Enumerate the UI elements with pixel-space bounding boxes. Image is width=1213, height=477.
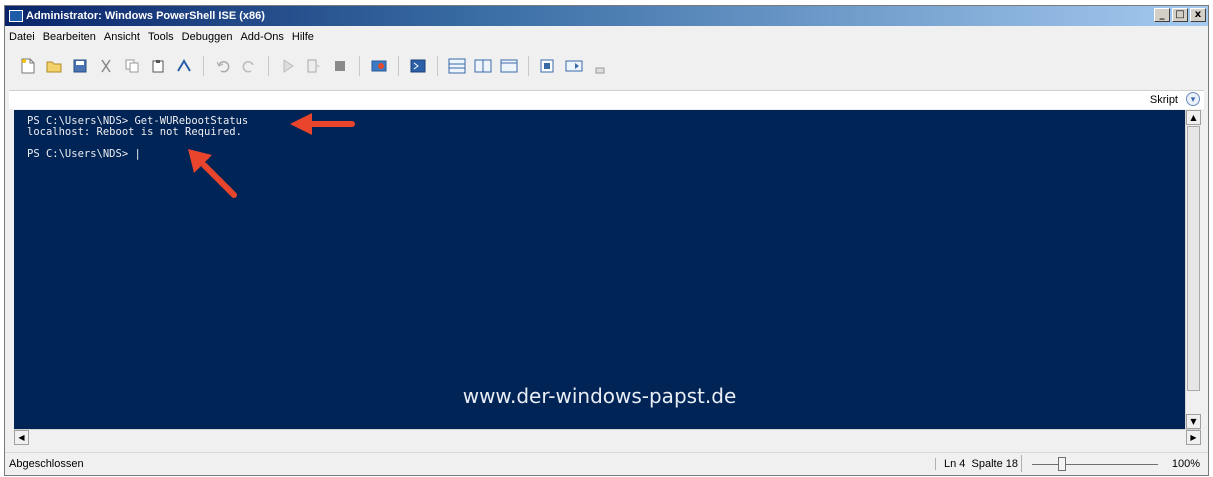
minimize-button[interactable]: _ xyxy=(1154,8,1170,22)
red-arrow-up-left-icon xyxy=(188,149,237,198)
vertical-scroll-thumb[interactable] xyxy=(1187,126,1200,391)
layout-right-icon[interactable] xyxy=(470,55,496,77)
cut-icon[interactable] xyxy=(93,55,119,77)
scroll-right-button[interactable]: ▶ xyxy=(1186,430,1201,445)
powershell-run-icon[interactable] xyxy=(171,55,197,77)
menu-debuggen[interactable]: Debuggen xyxy=(182,31,233,43)
menu-datei[interactable]: Datei xyxy=(9,31,35,43)
run-script-icon[interactable] xyxy=(275,55,301,77)
powershell-console-icon[interactable] xyxy=(405,55,431,77)
script-pane-label[interactable]: Skript xyxy=(1150,94,1178,106)
toolbar-separator xyxy=(268,56,269,76)
save-icon[interactable] xyxy=(67,55,93,77)
maximize-button[interactable]: □ xyxy=(1172,8,1188,22)
console-pane[interactable]: PS C:\Users\NDS> Get-WURebootStatus loca… xyxy=(14,110,1185,429)
scroll-up-button[interactable]: ▲ xyxy=(1186,110,1201,125)
toolbar-overflow-icon[interactable] xyxy=(587,55,613,77)
undo-icon[interactable] xyxy=(210,55,236,77)
title-bar: Administrator: Windows PowerShell ISE (x… xyxy=(5,6,1208,26)
menu-add-ons[interactable]: Add-Ons xyxy=(240,31,283,43)
chevron-down-icon[interactable]: ▾ xyxy=(1186,92,1200,106)
scroll-left-button[interactable]: ◀ xyxy=(14,430,29,445)
show-script-pane-icon[interactable] xyxy=(535,55,561,77)
show-commands-icon[interactable] xyxy=(561,55,587,77)
new-file-icon[interactable] xyxy=(15,55,41,77)
open-folder-icon[interactable] xyxy=(41,55,67,77)
run-selection-icon[interactable] xyxy=(301,55,327,77)
toolbar-separator xyxy=(437,56,438,76)
menu-ansicht[interactable]: Ansicht xyxy=(104,31,140,43)
zoom-control: 100% xyxy=(1021,455,1204,472)
console-prompt[interactable]: PS C:\Users\NDS> | xyxy=(27,148,141,160)
toolbar-separator xyxy=(398,56,399,76)
window-title: Administrator: Windows PowerShell ISE (x… xyxy=(26,10,265,22)
console-line: localhost: Reboot is not Required. xyxy=(27,126,242,138)
toolbar xyxy=(5,50,1208,82)
watermark: www.der-windows-papst.de xyxy=(462,384,737,408)
console-horizontal-scrollbar[interactable]: ◀ ▶ xyxy=(14,429,1201,445)
powershell-ise-window: Administrator: Windows PowerShell ISE (x… xyxy=(4,5,1209,476)
toolbar-separator xyxy=(528,56,529,76)
layout-max-icon[interactable] xyxy=(496,55,522,77)
menu-tools[interactable]: Tools xyxy=(148,31,174,43)
layout-top-icon[interactable] xyxy=(444,55,470,77)
script-pane-header: Skript ▾ xyxy=(9,90,1204,109)
remote-powershell-icon[interactable] xyxy=(366,55,392,77)
menu-bar: Datei Bearbeiten Ansicht Tools Debuggen … xyxy=(5,28,1208,45)
menu-hilfe[interactable]: Hilfe xyxy=(292,31,314,43)
redo-icon[interactable] xyxy=(236,55,262,77)
copy-icon[interactable] xyxy=(119,55,145,77)
status-text: Abgeschlossen xyxy=(9,458,84,470)
menu-bearbeiten[interactable]: Bearbeiten xyxy=(43,31,96,43)
close-button[interactable]: x xyxy=(1190,8,1206,22)
paste-icon[interactable] xyxy=(145,55,171,77)
zoom-slider-track[interactable] xyxy=(1032,464,1158,465)
toolbar-separator xyxy=(203,56,204,76)
zoom-level: 100% xyxy=(1171,458,1200,470)
stop-icon[interactable] xyxy=(327,55,353,77)
powershell-ise-icon xyxy=(9,10,23,22)
cursor-position: Ln 4 Spalte 18 xyxy=(934,458,1018,470)
zoom-slider-thumb[interactable] xyxy=(1058,457,1066,471)
console-vertical-scrollbar[interactable]: ▲ ▼ xyxy=(1185,110,1201,429)
status-bar: Abgeschlossen Ln 4 Spalte 18 100% xyxy=(5,452,1208,475)
red-arrow-left-icon xyxy=(290,113,355,135)
toolbar-separator xyxy=(359,56,360,76)
scroll-down-button[interactable]: ▼ xyxy=(1186,414,1201,429)
